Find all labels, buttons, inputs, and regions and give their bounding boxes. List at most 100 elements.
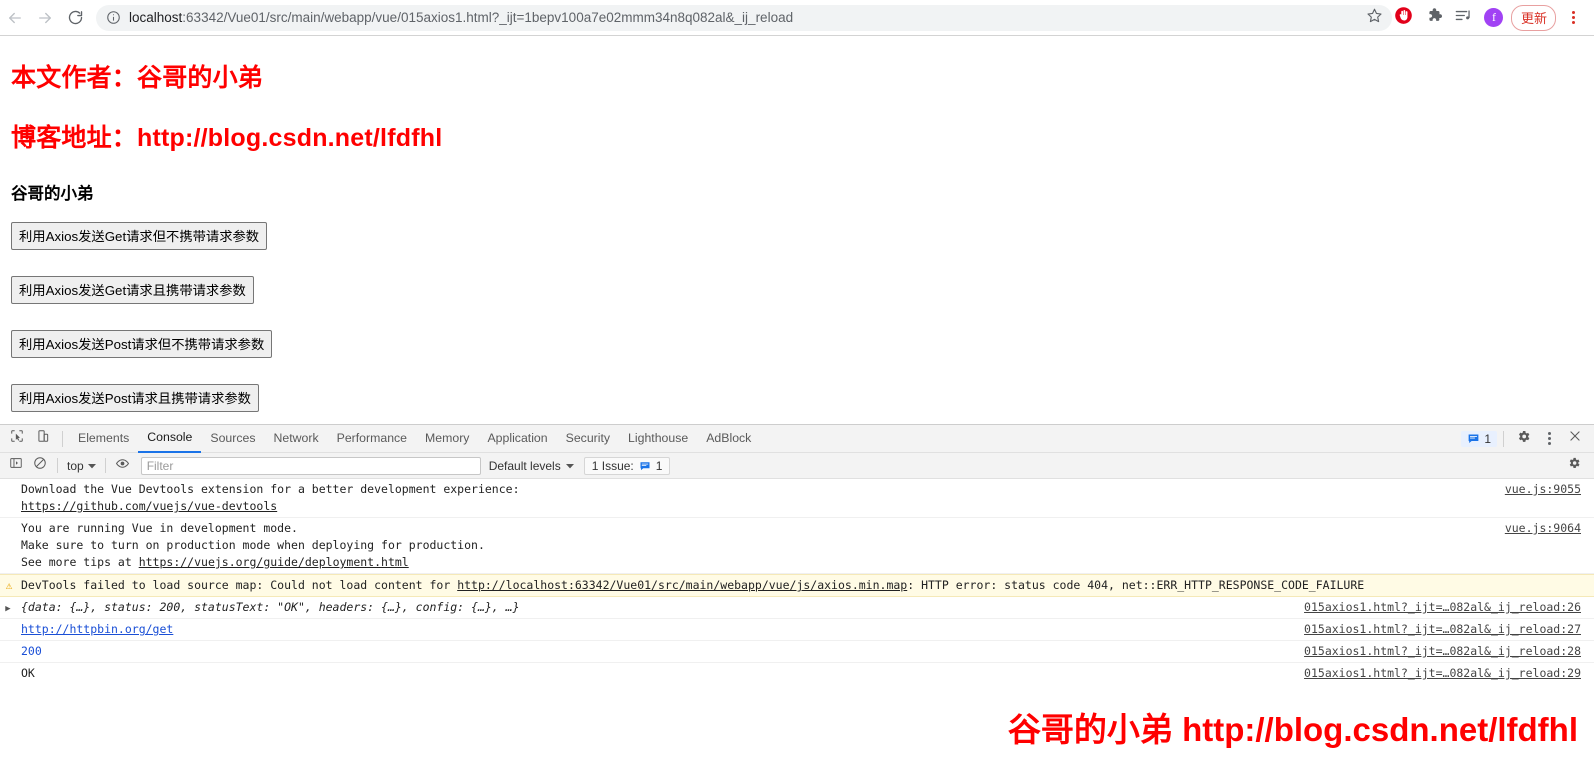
console-settings-button[interactable]	[1562, 454, 1586, 478]
bookmark-button[interactable]	[1366, 7, 1383, 29]
log-source-link[interactable]: 015axios1.html?_ijt=…082al&_ij_reload:29	[1290, 665, 1594, 682]
tab-memory[interactable]: Memory	[416, 425, 478, 452]
tab-security[interactable]: Security	[557, 425, 619, 452]
puzzle-piece-icon	[1425, 6, 1443, 29]
watermark: 谷哥的小弟 http://blog.csdn.net/lfdfhl	[1008, 703, 1578, 751]
forward-button[interactable]	[30, 3, 60, 33]
tab-application[interactable]: Application	[478, 425, 556, 452]
log-link[interactable]: https://vuejs.org/guide/deployment.html	[139, 555, 409, 569]
extensions-puzzle-button[interactable]	[1419, 3, 1449, 33]
issues-counter-button[interactable]: 1	[1461, 430, 1497, 447]
log-link[interactable]: http://httpbin.org/get	[21, 622, 173, 636]
inspect-element-button[interactable]	[4, 426, 30, 452]
console-warning-row[interactable]: ⚠ DevTools failed to load source map: Co…	[0, 574, 1594, 597]
chevron-down-icon	[87, 459, 96, 473]
axios-get-with-params-button[interactable]: 利用Axios发送Get请求且携带请求参数	[11, 276, 254, 304]
console-message-row[interactable]: http://httpbin.org/get 015axios1.html?_i…	[0, 619, 1594, 641]
log-message-text: OK	[21, 666, 35, 680]
issues-bar-label: 1 Issue:	[591, 458, 634, 473]
execution-context-label: top	[67, 458, 84, 473]
log-source-link[interactable]: 015axios1.html?_ijt=…082al&_ij_reload:26	[1290, 599, 1594, 616]
page-info-icon[interactable]	[106, 10, 121, 25]
devtools-more-options-button[interactable]	[1536, 426, 1562, 452]
watermark-name: 谷哥的小弟	[1007, 711, 1173, 748]
address-bar-host: localhost	[129, 10, 183, 25]
tab-network[interactable]: Network	[265, 425, 328, 452]
console-object-row[interactable]: ▶ {data: {…}, status: 200, statusText: "…	[0, 597, 1594, 619]
devtools-close-button[interactable]	[1562, 426, 1588, 452]
log-link[interactable]: https://github.com/vuejs/vue-devtools	[21, 499, 277, 513]
log-object-preview: {data: {…}, status: 200, statusText: "OK…	[21, 600, 520, 614]
axios-get-no-params-button[interactable]: 利用Axios发送Get请求但不携带请求参数	[11, 222, 268, 250]
devtools-settings-button[interactable]	[1510, 426, 1536, 452]
log-source-link[interactable]: 015axios1.html?_ijt=…082al&_ij_reload:27	[1290, 621, 1594, 638]
log-text-line: See more tips at	[21, 555, 139, 569]
log-source-link[interactable]: vue.js:9055	[1491, 481, 1594, 498]
back-arrow-icon	[6, 9, 24, 27]
tab-lighthouse[interactable]: Lighthouse	[619, 425, 697, 452]
page-content: 本文作者：谷哥的小弟 博客地址：http://blog.csdn.net/lfd…	[0, 37, 1594, 417]
log-levels-dropdown[interactable]: Default levels	[489, 459, 574, 473]
clear-console-icon	[33, 456, 47, 475]
app-name-heading: 谷哥的小弟	[11, 185, 94, 203]
console-filter-input[interactable]	[140, 456, 481, 475]
log-gutter: ▶	[0, 599, 18, 614]
chrome-menu-button[interactable]	[1558, 3, 1588, 33]
log-gutter	[0, 481, 18, 482]
execution-context-dropdown[interactable]: top	[63, 459, 100, 473]
star-icon	[1366, 7, 1383, 29]
console-message-row[interactable]: You are running Vue in development mode.…	[0, 518, 1594, 574]
message-bubble-icon	[639, 460, 651, 472]
playlist-music-icon	[1454, 6, 1473, 30]
filterbar-divider-2	[104, 458, 106, 473]
console-filter-toolbar: top Default levels 1 Issue: 1	[0, 453, 1594, 479]
sidebar-panel-icon	[9, 456, 23, 475]
issues-count-label: 1	[1484, 431, 1491, 446]
tab-performance[interactable]: Performance	[328, 425, 416, 452]
address-bar-path: :63342/Vue01/src/main/webapp/vue/015axio…	[182, 10, 794, 25]
address-bar[interactable]: localhost:63342/Vue01/src/main/webapp/vu…	[96, 4, 1392, 31]
reading-list-button[interactable]	[1449, 3, 1479, 33]
log-gutter: ⚠	[0, 577, 18, 592]
tab-sources[interactable]: Sources	[201, 425, 264, 452]
axios-post-with-params-button[interactable]: 利用Axios发送Post请求且携带请求参数	[11, 384, 259, 412]
gear-icon	[1516, 429, 1531, 449]
log-source-link[interactable]: 015axios1.html?_ijt=…082al&_ij_reload:28	[1290, 643, 1594, 660]
console-sidebar-toggle-button[interactable]	[4, 454, 28, 478]
browser-toolbar: localhost:63342/Vue01/src/main/webapp/vu…	[0, 0, 1594, 36]
expand-triangle-icon[interactable]: ▶	[5, 604, 12, 614]
reload-icon	[67, 9, 84, 26]
message-bubble-icon	[1467, 432, 1480, 445]
log-source-link[interactable]: vue.js:9064	[1491, 520, 1594, 537]
log-message-text: http://httpbin.org/get	[18, 621, 1290, 638]
devtools-tabbar-actions: 1	[1461, 426, 1594, 452]
issues-bar-count: 1	[655, 458, 663, 473]
extension-icons: f 更新	[1389, 3, 1594, 33]
address-bar-url: localhost:63342/Vue01/src/main/webapp/vu…	[129, 10, 793, 25]
reload-button[interactable]	[60, 3, 90, 33]
back-button[interactable]	[0, 3, 30, 33]
watermark-url: http://blog.csdn.net/lfdfhl	[1182, 711, 1578, 748]
device-toolbar-button[interactable]	[30, 426, 56, 452]
axios-post-no-params-button[interactable]: 利用Axios发送Post请求但不携带请求参数	[11, 330, 273, 358]
console-message-row[interactable]: OK 015axios1.html?_ijt=…082al&_ij_reload…	[0, 663, 1594, 682]
profile-avatar-button[interactable]: f	[1479, 3, 1509, 33]
avatar: f	[1484, 8, 1504, 27]
log-link[interactable]: http://localhost:63342/Vue01/src/main/we…	[457, 578, 907, 592]
tab-console[interactable]: Console	[138, 424, 202, 453]
tab-adblock[interactable]: AdBlock	[697, 425, 760, 452]
console-message-row[interactable]: 200 015axios1.html?_ijt=…082al&_ij_reloa…	[0, 641, 1594, 663]
blog-heading: 博客地址：http://blog.csdn.net/lfdfhl	[11, 124, 443, 152]
tab-elements[interactable]: Elements	[69, 425, 138, 452]
update-button[interactable]: 更新	[1510, 4, 1556, 31]
adblock-extension-button[interactable]	[1389, 3, 1419, 33]
author-heading: 本文作者：谷哥的小弟	[11, 64, 264, 92]
console-message-list: Download the Vue Devtools extension for …	[0, 479, 1594, 682]
log-text-line: Make sure to turn on production mode whe…	[21, 538, 485, 552]
actions-divider	[1503, 430, 1504, 447]
axios-button-list: 利用Axios发送Get请求但不携带请求参数 利用Axios发送Get请求且携带…	[0, 204, 1594, 412]
clear-console-button[interactable]	[28, 454, 52, 478]
live-expression-button[interactable]	[111, 454, 135, 478]
issues-bar-button[interactable]: 1 Issue: 1	[583, 456, 671, 475]
console-message-row[interactable]: Download the Vue Devtools extension for …	[0, 479, 1594, 518]
